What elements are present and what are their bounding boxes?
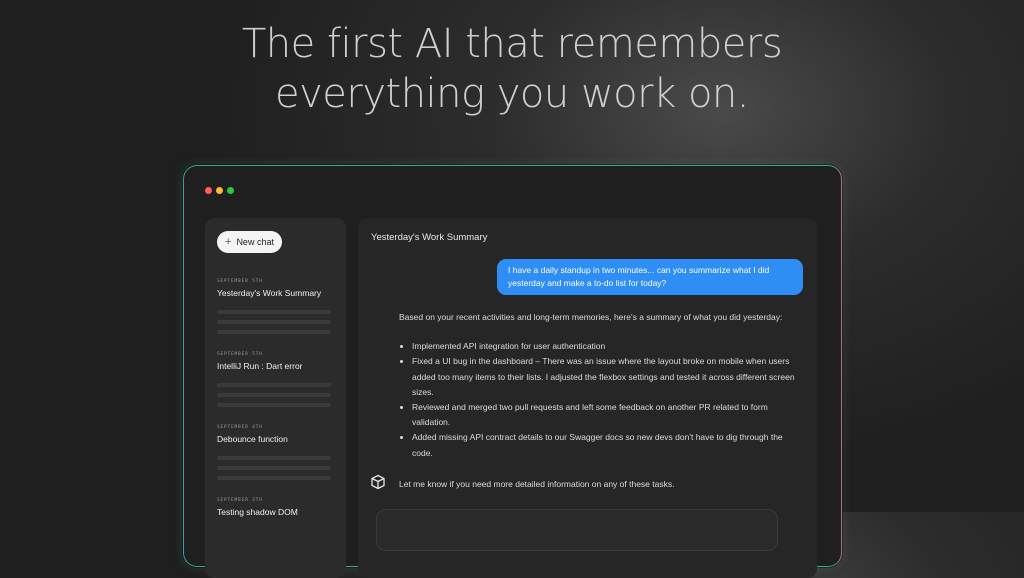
history-preview-line bbox=[217, 330, 331, 334]
headline-line-1: The first AI that remembers bbox=[241, 21, 783, 67]
reply-list-item: Implemented API integration for user aut… bbox=[412, 339, 804, 354]
reply-list-item: Fixed a UI bug in the dashboard – There … bbox=[412, 354, 804, 400]
reply-list-item: Added missing API contract details to ou… bbox=[412, 430, 804, 460]
history-preview-line bbox=[217, 476, 331, 480]
reply-list: Implemented API integration for user aut… bbox=[399, 339, 804, 461]
history-item-title: Debounce function bbox=[217, 434, 288, 444]
history-preview-line bbox=[217, 466, 331, 470]
history-item-date: September 3th bbox=[217, 498, 263, 503]
history-item[interactable]: September 5th Yesterday's Work Summary bbox=[217, 279, 335, 334]
history-item-title: Yesterday's Work Summary bbox=[217, 288, 322, 298]
history-item[interactable]: September 3th Testing shadow DOM bbox=[217, 498, 335, 517]
reply-closing: Let me know if you need more detailed in… bbox=[399, 479, 675, 489]
new-chat-button[interactable]: + New chat bbox=[217, 231, 282, 253]
app-window: + New chat September 5th Yesterday's Wor… bbox=[183, 165, 842, 578]
chat-panel: Yesterday's Work Summary I have a daily … bbox=[358, 218, 817, 578]
history-item[interactable]: September 5th IntelliJ Run : Dart error bbox=[217, 352, 335, 407]
assistant-logo-icon bbox=[371, 474, 385, 490]
history-item-title: IntelliJ Run : Dart error bbox=[217, 361, 303, 371]
plus-icon: + bbox=[225, 235, 232, 248]
history-item-date: September 4th bbox=[217, 425, 263, 430]
history-preview-line bbox=[217, 310, 331, 314]
reply-list-item: Reviewed and merged two pull requests an… bbox=[412, 400, 804, 430]
history-item[interactable]: September 4th Debounce function bbox=[217, 425, 335, 480]
history-preview-line bbox=[217, 403, 331, 407]
chat-title: Yesterday's Work Summary bbox=[371, 232, 488, 243]
minimize-window-button[interactable] bbox=[216, 187, 223, 194]
history-preview-line bbox=[217, 393, 331, 397]
assistant-reply: Based on your recent activities and long… bbox=[399, 310, 804, 461]
history-item-date: September 5th bbox=[217, 279, 263, 284]
history-preview-line bbox=[217, 383, 331, 387]
chat-history-sidebar: + New chat September 5th Yesterday's Wor… bbox=[205, 218, 346, 578]
headline-line-2: everything you work on. bbox=[275, 71, 750, 117]
history-item-title: Testing shadow DOM bbox=[217, 507, 298, 517]
maximize-window-button[interactable] bbox=[227, 187, 234, 194]
message-input[interactable] bbox=[376, 509, 778, 551]
history-item-date: September 5th bbox=[217, 352, 263, 357]
user-message-bubble: I have a daily standup in two minutes...… bbox=[497, 259, 803, 295]
new-chat-label: New chat bbox=[236, 237, 274, 247]
window-controls bbox=[205, 187, 234, 194]
history-preview-line bbox=[217, 320, 331, 324]
close-window-button[interactable] bbox=[205, 187, 212, 194]
history-preview-line bbox=[217, 456, 331, 460]
reply-intro: Based on your recent activities and long… bbox=[399, 312, 783, 322]
